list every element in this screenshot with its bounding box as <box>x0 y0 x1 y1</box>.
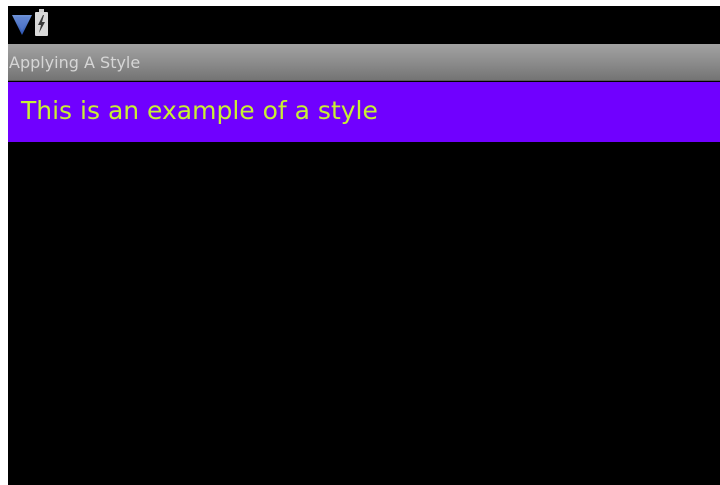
title-bar: Applying A Style <box>8 44 720 81</box>
device-screen: Applying A Style This is an example of a… <box>8 6 720 485</box>
content-area <box>8 142 720 485</box>
wifi-signal-icon <box>12 14 32 36</box>
app-title: Applying A Style <box>9 53 141 72</box>
styled-text-label: This is an example of a style <box>21 96 378 125</box>
status-bar <box>8 6 720 44</box>
battery-charging-icon <box>35 9 48 36</box>
styled-text-view: This is an example of a style <box>8 82 720 142</box>
